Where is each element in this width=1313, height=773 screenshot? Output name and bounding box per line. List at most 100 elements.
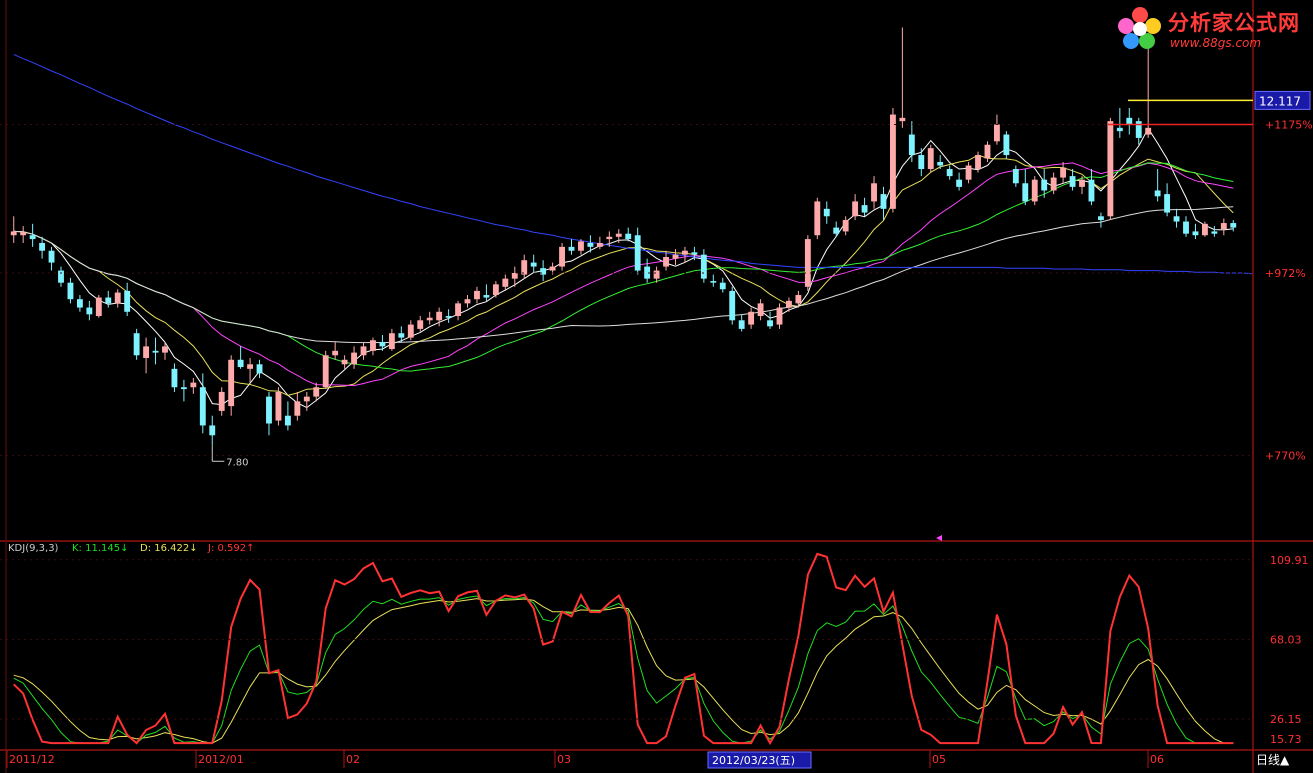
candle-body xyxy=(1012,169,1019,184)
candle-body xyxy=(975,155,981,170)
selected-date-label: 2012/03/23(五) xyxy=(712,754,795,767)
candle-body xyxy=(1154,190,1161,197)
candle-body xyxy=(474,290,480,300)
candle-body xyxy=(767,320,773,327)
candle-body xyxy=(436,311,443,321)
candle-body xyxy=(663,257,669,267)
candle-body xyxy=(86,307,93,315)
price-axis-label: +972% xyxy=(1265,267,1306,280)
candle-body xyxy=(899,117,906,122)
kdj-legend-item: J: 0.592↑ xyxy=(207,543,255,554)
kdj-line xyxy=(13,595,1234,744)
candle-body xyxy=(795,295,802,304)
moving-average-line xyxy=(13,162,1234,372)
candle-body xyxy=(20,232,27,236)
candle-body xyxy=(691,252,698,255)
candle-body xyxy=(114,292,121,304)
kdj-axis-label: 68.03 xyxy=(1270,633,1302,646)
candle-body xyxy=(95,297,102,317)
candle-body xyxy=(351,352,357,365)
candle-body xyxy=(1116,127,1123,132)
candle-body xyxy=(284,415,291,426)
candle-body xyxy=(407,324,414,338)
candle-body xyxy=(76,299,83,308)
candle-body xyxy=(530,262,537,267)
candle-body xyxy=(1220,223,1227,230)
candle-body xyxy=(993,124,1000,142)
candle-body xyxy=(908,134,915,156)
candle-body xyxy=(1126,117,1133,125)
kdj-panel[interactable]: KDJ(9,3,3) K: 11.145↓ D: 16.422↓ J: 0.592↑ xyxy=(8,543,1234,746)
candle-body xyxy=(852,201,859,217)
kdj-axis-label: 26.15 xyxy=(1270,713,1302,726)
candle-body xyxy=(322,355,329,388)
stock-chart: 7.80 KDJ(9,3,3) K: 11.145↓ D: 16.422↓ J: 0.… xyxy=(0,0,1313,773)
candle-body xyxy=(927,148,934,170)
annotation-label: 7.80 xyxy=(226,457,248,468)
candle-body xyxy=(370,340,376,351)
candle-body xyxy=(180,387,187,390)
watermark-logo: 分析家公式网 www.88gs.com xyxy=(1110,2,1310,54)
moving-average-line xyxy=(13,53,1253,275)
candle-body xyxy=(1201,223,1208,236)
candle-body xyxy=(1079,179,1085,187)
candle-body xyxy=(738,320,745,329)
candle-body xyxy=(237,359,244,368)
candle-body xyxy=(823,208,830,217)
candle-body xyxy=(1003,134,1010,156)
candle-body xyxy=(379,341,386,347)
candle-body xyxy=(199,387,206,426)
candle-body xyxy=(729,290,736,321)
candle-body xyxy=(256,364,263,374)
x-axis-label: 03 xyxy=(557,753,571,766)
candle-body xyxy=(48,250,55,263)
candle-body xyxy=(67,282,74,300)
candle-body xyxy=(634,235,641,271)
candle-body xyxy=(1097,216,1104,221)
cursor-marker-icon xyxy=(936,535,942,541)
candle-body xyxy=(247,364,254,369)
candle-body xyxy=(521,260,528,275)
candle-body xyxy=(682,250,688,255)
candle-body xyxy=(956,179,963,187)
price-axis-label: +1175% xyxy=(1265,118,1313,131)
candle-body xyxy=(842,220,849,232)
moving-average-line xyxy=(13,206,1234,344)
price-panel[interactable]: 7.80 xyxy=(10,27,1253,468)
candle-body xyxy=(445,316,452,318)
candle-body xyxy=(398,333,405,338)
candle-body xyxy=(776,307,783,325)
candle-body xyxy=(1031,179,1038,202)
kdj-axis-label: 15.73 xyxy=(1270,733,1302,746)
candle-body xyxy=(833,227,840,234)
candle-body xyxy=(275,391,282,421)
x-axis-label: 2011/12 xyxy=(9,753,55,766)
axes: 12.117 +1175% +972% +770% 109.91 68.03 26.15 15… xyxy=(0,0,1313,773)
candle-body xyxy=(162,346,168,353)
candle-body xyxy=(417,320,424,329)
x-axis-label: 2012/01 xyxy=(198,753,244,766)
candle-body xyxy=(748,311,755,325)
moving-average-line xyxy=(13,162,1234,387)
candle-body xyxy=(672,254,679,259)
candle-body xyxy=(984,144,991,159)
candle-body xyxy=(710,281,717,283)
candle-body xyxy=(511,272,518,279)
candle-body xyxy=(1088,179,1095,202)
candle-body xyxy=(171,368,178,388)
candle-body xyxy=(615,233,622,237)
candle-body xyxy=(143,346,150,358)
candle-body xyxy=(294,401,301,416)
candle-body xyxy=(39,242,46,251)
candle-body xyxy=(559,246,565,267)
current-price-label: 12.117 xyxy=(1259,94,1301,108)
candle-body xyxy=(266,396,272,424)
candle-body xyxy=(871,183,877,202)
candle-body xyxy=(426,317,433,321)
candle-body xyxy=(918,155,925,170)
kdj-line xyxy=(13,598,1234,744)
candle-body xyxy=(10,231,17,236)
candle-body xyxy=(492,284,499,296)
candle-body xyxy=(29,235,36,240)
candle-body xyxy=(228,359,235,407)
